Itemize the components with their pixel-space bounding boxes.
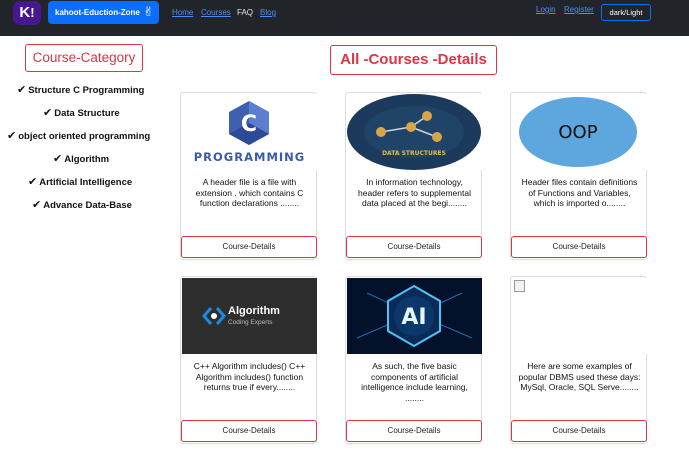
broken-image-icon: [514, 280, 525, 292]
card-description: A header file is a file with extension .…: [195, 177, 304, 208]
oop-caption: OOP: [558, 122, 597, 143]
course-details-button[interactable]: Course-Details: [346, 420, 482, 442]
theme-toggle-button[interactable]: dark/Light: [601, 4, 651, 21]
nav-register-link[interactable]: Register: [564, 5, 594, 14]
brand-button[interactable]: kahoot-Eduction-Zone ✌: [48, 1, 159, 24]
data-structures-graphic: DATA STRUCTURES: [347, 94, 481, 170]
kahoot-logo[interactable]: K!: [13, 1, 41, 25]
navbar: K! kahoot-Eduction-Zone ✌ Home Courses F…: [0, 0, 689, 36]
check-icon: ✔: [53, 153, 63, 165]
victory-hand-icon: ✌: [143, 4, 154, 19]
ai-image: AI: [347, 278, 482, 354]
course-card-data-structure: DATA STRUCTURES In information technolog…: [345, 92, 482, 260]
category-label: Data Structure: [54, 108, 120, 119]
card-description: Here are some examples of popular DBMS u…: [518, 361, 641, 392]
algorithm-image: Algorithm Coding Experts: [182, 278, 317, 354]
check-icon: ✔: [17, 84, 27, 96]
nav-login-link[interactable]: Login: [536, 5, 556, 14]
check-icon: ✔: [32, 199, 42, 211]
card-description: Header files contain definitions of Func…: [521, 177, 638, 208]
category-item-ai[interactable]: ✔ Artificial Intelligence: [28, 175, 132, 188]
course-details-button[interactable]: Course-Details: [511, 420, 647, 442]
oop-image: OOP: [512, 94, 647, 170]
card-description: C++ Algorithm includes() C++ Algorithm i…: [193, 361, 306, 392]
category-item-database[interactable]: ✔ Advance Data-Base: [32, 198, 132, 211]
course-card-database: Here are some examples of popular DBMS u…: [510, 276, 647, 444]
broken-image: [512, 278, 647, 354]
category-item-data-structure[interactable]: ✔ Data Structure: [43, 106, 120, 119]
category-label: Algorithm: [64, 154, 110, 165]
ai-chip-graphic: AI: [347, 278, 482, 354]
c-hexagon-icon: C: [229, 101, 269, 145]
course-card-ai: AI As such, the five basic components of…: [345, 276, 482, 444]
course-details-button[interactable]: Course-Details: [181, 420, 317, 442]
course-details-button[interactable]: Course-Details: [181, 236, 317, 258]
course-card-oop: OOP Header files contain definitions of …: [510, 92, 647, 260]
nav-blog-link[interactable]: Blog: [260, 8, 276, 17]
algorithm-caption: Algorithm: [228, 305, 280, 317]
check-icon: ✔: [7, 130, 17, 142]
algorithm-subcaption: Coding Experts: [228, 319, 273, 326]
code-brackets-icon: [202, 307, 226, 325]
check-icon: ✔: [43, 107, 53, 119]
course-details-button[interactable]: Course-Details: [511, 236, 647, 258]
oop-graphic: OOP: [519, 97, 637, 167]
ai-caption: AI: [401, 305, 426, 330]
category-item-oop[interactable]: ✔ object oriented programming: [7, 129, 150, 142]
nav-courses-link[interactable]: Courses: [201, 8, 231, 17]
course-category-heading: Course-Category: [25, 44, 143, 72]
card-description: In information technology, header refers…: [358, 177, 471, 208]
nav-home-link[interactable]: Home: [172, 8, 193, 17]
nav-faq-link[interactable]: FAQ: [237, 8, 253, 17]
c-programming-image: C PROGRAMMING: [182, 94, 317, 170]
c-letter: C: [241, 112, 257, 137]
category-label: Structure C Programming: [28, 85, 145, 96]
category-label: Artificial Intelligence: [39, 177, 133, 188]
all-courses-heading: All -Courses -Details: [330, 45, 497, 75]
card-description: As such, the five basic components of ar…: [361, 361, 468, 403]
category-item-c-programming[interactable]: ✔ Structure C Programming: [17, 83, 144, 96]
category-label: Advance Data-Base: [43, 200, 132, 211]
category-item-algorithm[interactable]: ✔ Algorithm: [53, 152, 109, 165]
course-card-c: C PROGRAMMING A header file is a file wi…: [180, 92, 317, 260]
data-structures-caption: DATA STRUCTURES: [382, 150, 446, 157]
logo-mark: !: [30, 5, 35, 20]
data-structures-image: DATA STRUCTURES: [347, 94, 482, 170]
course-details-button[interactable]: Course-Details: [346, 236, 482, 258]
brand-label: kahoot-Eduction-Zone: [55, 8, 140, 17]
c-programming-word: PROGRAMMING: [193, 150, 306, 164]
check-icon: ✔: [28, 176, 38, 188]
logo-letter: K: [19, 4, 31, 21]
category-label: object oriented programming: [18, 131, 151, 142]
course-card-algorithm: Algorithm Coding Experts C++ Algorithm i…: [180, 276, 317, 444]
